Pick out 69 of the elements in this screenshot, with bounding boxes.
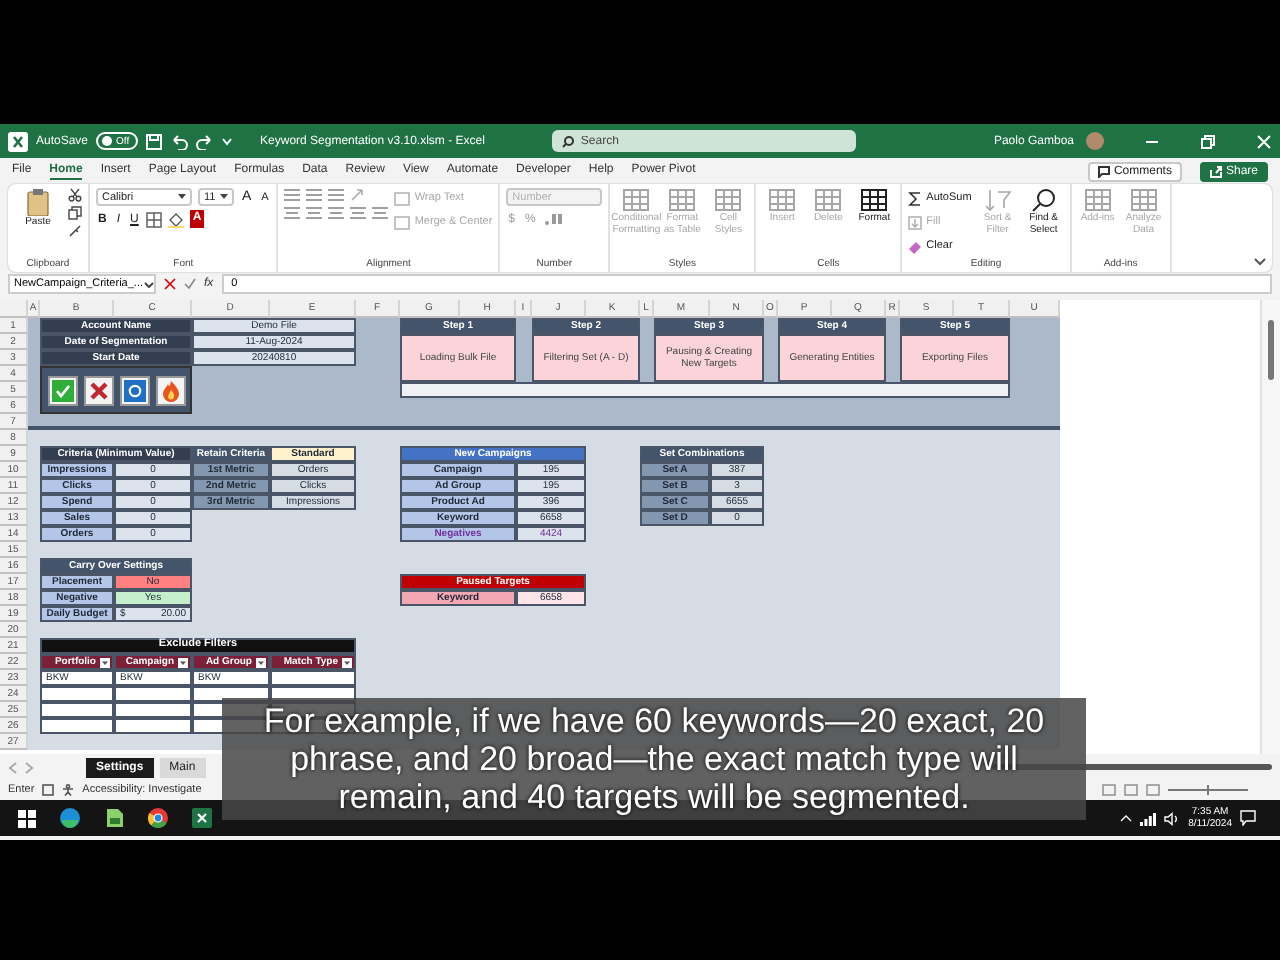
file-icon — [105, 808, 123, 828]
decimal-icon[interactable] — [543, 212, 564, 226]
excel-logo-icon — [8, 131, 28, 151]
collapse-icon[interactable] — [1254, 258, 1266, 266]
sigma-icon — [908, 191, 923, 205]
notification-icon[interactable] — [1240, 810, 1256, 826]
grid-icon — [668, 188, 697, 212]
filter-dropdown-icon[interactable] — [342, 657, 352, 667]
grid-icon — [1129, 188, 1158, 212]
clipboard-icon — [26, 188, 50, 216]
fill-bucket-icon[interactable] — [168, 211, 185, 227]
caret-icon[interactable] — [1120, 814, 1133, 822]
align-icon[interactable] — [328, 206, 345, 220]
close-icon[interactable] — [1256, 133, 1272, 149]
subtitle-text: For example, if we have 60 keywords—20 exact, 20 phrase, and 20 broad—the exact match type will remain, and 40 targets will be segmented. — [222, 698, 1086, 820]
cancel-button[interactable] — [83, 375, 113, 405]
filter-dropdown-icon[interactable] — [178, 657, 188, 667]
search-icon — [1029, 188, 1058, 212]
windows-icon — [17, 809, 35, 827]
restore-icon[interactable] — [1200, 133, 1216, 149]
network-icon[interactable] — [1140, 811, 1157, 825]
speech-bubble-icon — [1097, 165, 1110, 177]
filter-dropdown-icon[interactable] — [100, 657, 110, 667]
eraser-icon — [908, 239, 923, 253]
sort-icon — [983, 188, 1012, 212]
share-icon — [1209, 165, 1222, 177]
vertical-scrollbar[interactable] — [1260, 300, 1280, 754]
grid-icon — [1083, 188, 1112, 212]
grid-icon — [622, 188, 651, 212]
browser-icon — [148, 808, 168, 828]
fill-down-icon — [908, 215, 923, 229]
redo-icon[interactable] — [196, 133, 215, 149]
caret-icon — [143, 281, 153, 287]
confirm-button[interactable] — [47, 375, 77, 405]
cross-icon — [87, 379, 109, 401]
scissors-icon[interactable] — [68, 188, 82, 202]
caret-icon — [178, 194, 186, 200]
flame-icon — [161, 379, 179, 401]
align-icon[interactable] — [284, 188, 301, 202]
align-icon[interactable] — [306, 188, 323, 202]
refresh-icon — [123, 379, 145, 401]
check-icon — [51, 379, 73, 401]
search-icon — [562, 135, 575, 147]
save-icon[interactable] — [146, 133, 163, 149]
undo-icon[interactable] — [170, 133, 189, 149]
grid-icon — [814, 188, 843, 212]
align-icon[interactable] — [306, 206, 323, 220]
brush-icon[interactable] — [68, 224, 82, 238]
refresh-button[interactable] — [119, 375, 149, 405]
grid-icon — [768, 188, 797, 212]
grid-icon — [714, 188, 743, 212]
enter-icon[interactable] — [184, 278, 196, 290]
caret-icon — [220, 194, 228, 200]
align-icon[interactable] — [284, 206, 301, 220]
macro-icon[interactable] — [42, 784, 55, 796]
align-icon[interactable] — [328, 188, 345, 202]
speaker-icon[interactable] — [1164, 811, 1181, 825]
spreadsheet-icon — [192, 808, 212, 828]
zoom-slider-icon[interactable] — [1168, 784, 1248, 796]
borders-icon[interactable] — [146, 211, 163, 227]
accessibility-icon[interactable] — [62, 784, 75, 796]
copy-icon[interactable] — [68, 206, 82, 220]
filter-dropdown-icon[interactable] — [256, 657, 266, 667]
browser-icon — [60, 808, 80, 828]
align-icon[interactable] — [350, 206, 367, 220]
grid-icon — [860, 188, 889, 212]
cancel-icon[interactable] — [164, 278, 176, 290]
flame-button[interactable] — [155, 375, 185, 405]
align-icon[interactable] — [372, 206, 389, 220]
